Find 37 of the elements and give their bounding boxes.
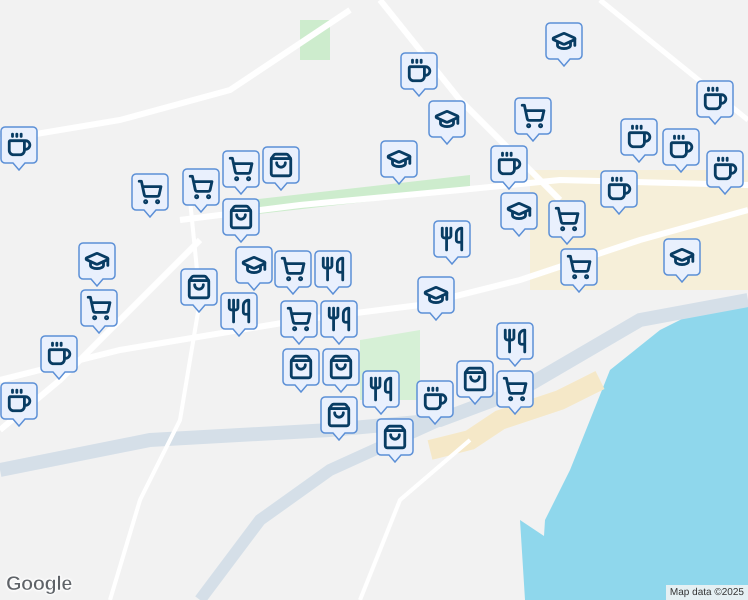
shopping-bag-icon bbox=[328, 354, 354, 380]
shopping-bag-icon bbox=[382, 424, 408, 450]
fork-knife-icon bbox=[326, 306, 352, 332]
shopping-cart-icon bbox=[554, 206, 580, 232]
cup-icon bbox=[702, 86, 728, 112]
shopping-cart-icon bbox=[280, 256, 306, 282]
cup-icon bbox=[496, 151, 522, 177]
shopping-bag-icon bbox=[326, 402, 352, 428]
cup-icon bbox=[6, 132, 32, 158]
shopping-cart-icon bbox=[137, 179, 163, 205]
cup-icon bbox=[422, 386, 448, 412]
shopping-cart-icon bbox=[286, 306, 312, 332]
shopping-cart-icon bbox=[566, 254, 592, 280]
cup-icon bbox=[6, 388, 32, 414]
shopping-bag-icon bbox=[228, 204, 254, 230]
fork-knife-icon bbox=[320, 256, 346, 282]
shopping-cart-icon bbox=[520, 103, 546, 129]
map-attribution: Map data ©2025 bbox=[666, 585, 748, 600]
shopping-bag-icon bbox=[268, 152, 294, 178]
shopping-bag-icon bbox=[462, 366, 488, 392]
shopping-cart-icon bbox=[188, 174, 214, 200]
shopping-bag-icon bbox=[288, 354, 314, 380]
fork-knife-icon bbox=[502, 328, 528, 354]
shopping-cart-icon bbox=[502, 376, 528, 402]
fork-knife-icon bbox=[439, 226, 465, 252]
cup-icon bbox=[606, 176, 632, 202]
fork-knife-icon bbox=[226, 298, 252, 324]
cup-icon bbox=[712, 156, 738, 182]
shopping-cart-icon bbox=[86, 295, 112, 321]
fork-knife-icon bbox=[368, 376, 394, 402]
cup-icon bbox=[626, 124, 652, 150]
cup-icon bbox=[406, 58, 432, 84]
cup-icon bbox=[46, 341, 72, 367]
shopping-cart-icon bbox=[228, 156, 254, 182]
cup-icon bbox=[668, 134, 694, 160]
map-logo: Google bbox=[6, 573, 72, 596]
shopping-bag-icon bbox=[186, 274, 212, 300]
